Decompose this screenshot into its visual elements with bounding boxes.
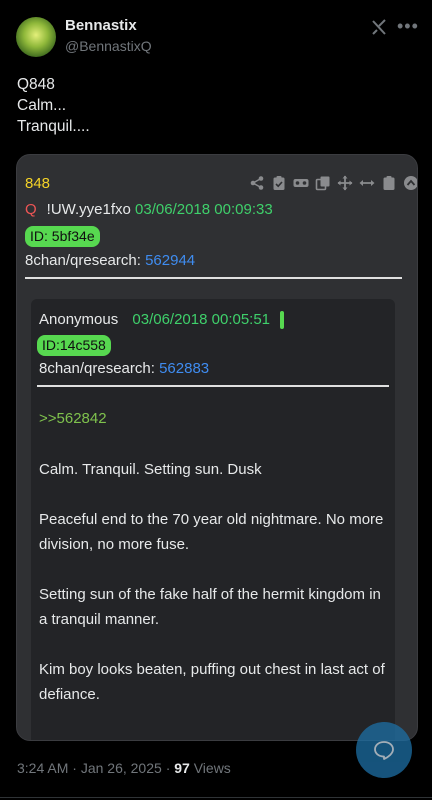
quoted-post: Anonymous 03/06/2018 00:05:51 ID:14c558 … <box>31 299 395 740</box>
quoted-header-line: Anonymous 03/06/2018 00:05:51 <box>39 311 285 330</box>
q-letter: Q <box>25 201 37 218</box>
quoted-body: Calm. Tranquil. Setting sun. Dusk Peacef… <box>39 457 389 732</box>
grok-icon[interactable] <box>370 18 388 36</box>
post-ref-link: 562883 <box>159 360 210 377</box>
views-label: Views <box>193 760 231 776</box>
post-meta: 3:24 AM · Jan 26, 2025 · 97 Views <box>17 760 231 776</box>
meta-separator: · <box>165 760 171 776</box>
highlight-mark <box>280 311 285 330</box>
body-paragraph: Setting sun of the fake half of the herm… <box>39 586 381 628</box>
clipboard-icon <box>383 176 395 190</box>
body-paragraph: Peaceful end to the 70 year old nightmar… <box>39 511 384 553</box>
more-options-icon[interactable]: ••• <box>397 16 419 37</box>
resize-icon <box>359 180 375 186</box>
tripcode: !UW.yye1fxo <box>46 201 131 218</box>
body-paragraph: Kim boy looks beaten, puffing out chest … <box>39 661 385 703</box>
qdrop-header-line: Q !UW.yye1fxo 03/06/2018 00:09:33 <box>25 201 273 218</box>
post-date[interactable]: Jan 26, 2025 <box>81 760 162 776</box>
reply-bubble-icon <box>374 741 394 760</box>
views-count: 97 <box>174 760 190 776</box>
reply-reference: >>562842 <box>39 410 107 427</box>
qdrop-board-line: 8chan/qresearch: 562944 <box>25 252 195 269</box>
post-text: Q848 Calm... Tranquil.... <box>17 74 90 137</box>
post-media-image[interactable]: 848 Q !UW.yye1fxo 03/06/2018 00:09:33 ID… <box>16 154 418 741</box>
reply-fab-button[interactable] <box>356 722 412 778</box>
post-line: Tranquil.... <box>17 118 90 135</box>
divider <box>25 277 402 279</box>
post-time[interactable]: 3:24 AM <box>17 760 68 776</box>
chevron-up-circle-icon <box>404 176 417 190</box>
author-handle[interactable]: @BennastixQ <box>65 38 152 54</box>
body-paragraph: Calm. Tranquil. Setting sun. Dusk <box>39 461 262 478</box>
quoted-author: Anonymous <box>39 311 119 328</box>
board-name: 8chan/qresearch: <box>25 252 141 269</box>
avatar[interactable] <box>16 17 56 57</box>
clipboard-check-icon <box>273 176 285 190</box>
post-line: Calm... <box>17 97 67 114</box>
board-name: 8chan/qresearch: <box>39 360 155 377</box>
post-line: Q848 <box>17 76 55 93</box>
share-icon <box>250 176 264 190</box>
quoted-id-badge: ID:14c558 <box>37 335 111 356</box>
post-ref-link: 562944 <box>145 252 196 269</box>
quoted-datetime: 03/06/2018 00:05:51 <box>132 311 271 328</box>
vr-headset-icon <box>293 179 309 187</box>
qdrop-datetime: 03/06/2018 00:09:33 <box>135 201 273 218</box>
qdrop-id-badge: ID: 5bf34e <box>25 226 100 247</box>
meta-separator: · <box>72 760 77 776</box>
divider <box>0 797 432 798</box>
move-icon <box>337 175 353 191</box>
qdrop-toolbar <box>249 175 417 191</box>
copy-icon <box>315 176 330 191</box>
qdrop-number: 848 <box>25 175 51 192</box>
quoted-board-line: 8chan/qresearch: 562883 <box>39 360 209 377</box>
author-name[interactable]: Bennastix <box>65 17 137 34</box>
divider <box>37 385 389 387</box>
